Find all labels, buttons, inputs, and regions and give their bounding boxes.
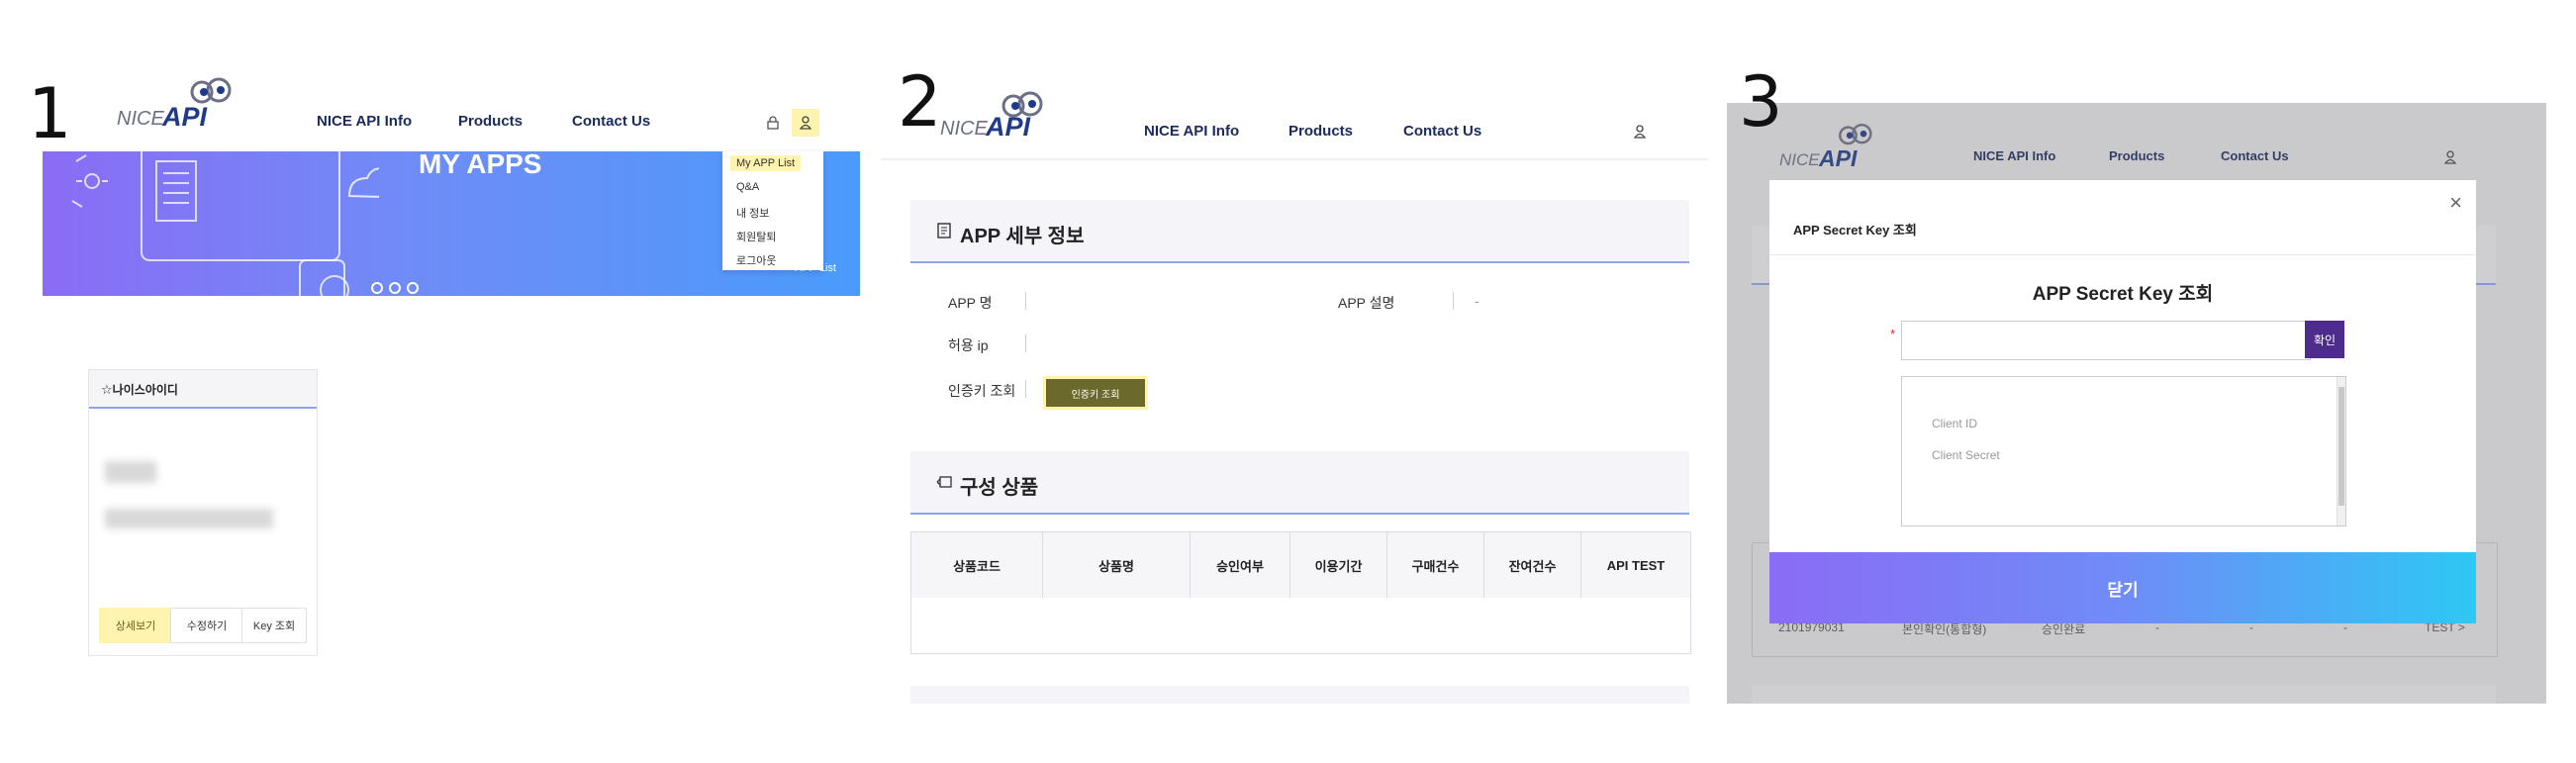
key-lookup-button[interactable]: Key 조회 bbox=[241, 608, 307, 643]
app-detail-title: APP 세부 정보 bbox=[960, 226, 1085, 247]
column-header: 잔여건수 bbox=[1484, 532, 1581, 598]
nice-api-logo[interactable]: NICE API bbox=[117, 77, 232, 133]
nice-api-logo-2[interactable]: NICE API bbox=[940, 87, 1049, 143]
user-dropdown-menu: My APP List Q&A 내 정보 회원탈퇴 로그아웃 bbox=[722, 151, 823, 270]
app-card-header: ☆나이스아이디 bbox=[89, 370, 317, 409]
result-textarea[interactable]: Client ID Client Secret bbox=[1901, 376, 2346, 526]
field-divider bbox=[1025, 334, 1026, 352]
user-icon bbox=[800, 116, 811, 130]
secret-key-input[interactable] bbox=[1901, 321, 2311, 360]
app-card-title: 나이스아이디 bbox=[112, 383, 178, 397]
scrollbar-thumb[interactable] bbox=[2338, 387, 2344, 506]
nav-contact-us[interactable]: Contact Us bbox=[1403, 123, 1481, 140]
document-icon bbox=[937, 223, 951, 238]
column-header: API TEST bbox=[1581, 532, 1690, 598]
owl-eyes-icon bbox=[190, 77, 232, 104]
column-header: 상품명 bbox=[1043, 532, 1191, 598]
blurred-app-name bbox=[105, 461, 156, 483]
step-number-1: 1 bbox=[28, 73, 72, 154]
nav-contact-us[interactable]: Contact Us bbox=[572, 113, 650, 130]
step-number-3: 3 bbox=[1739, 61, 1783, 143]
required-mark: * bbox=[1890, 327, 1896, 341]
step-number-2: 2 bbox=[898, 61, 942, 143]
nav-products[interactable]: Products bbox=[1288, 123, 1353, 140]
client-secret-label: Client Secret bbox=[1932, 448, 2000, 462]
auth-key-label: 인증키 조회 bbox=[948, 383, 1016, 399]
column-header: 이용기간 bbox=[1290, 532, 1387, 598]
user-menu-button[interactable] bbox=[792, 109, 819, 137]
close-button[interactable]: 닫기 bbox=[1769, 552, 2476, 623]
modal-title: APP Secret Key 조회 bbox=[2032, 284, 2214, 305]
column-header: 승인여부 bbox=[1191, 532, 1290, 598]
dropdown-item-my-info[interactable]: 내 정보 bbox=[736, 205, 769, 221]
confirm-button[interactable]: 확인 bbox=[2305, 321, 2344, 358]
dropdown-item-qna[interactable]: Q&A bbox=[736, 181, 759, 193]
app-desc-label: APP 설명 bbox=[1338, 295, 1395, 311]
close-icon[interactable]: × bbox=[2449, 190, 2462, 216]
field-divider bbox=[1025, 380, 1026, 398]
app-name-label: APP 명 bbox=[948, 295, 993, 311]
app-card-title-wrap: ☆나이스아이디 bbox=[101, 381, 178, 398]
app-desc-value: - bbox=[1475, 293, 1479, 309]
scrollbar[interactable] bbox=[2337, 377, 2345, 525]
detail-view-button[interactable]: 상세보기 bbox=[99, 608, 172, 643]
list-icon bbox=[936, 476, 952, 488]
field-divider bbox=[1453, 292, 1454, 310]
computer-illustration-icon bbox=[71, 151, 379, 296]
nav-products[interactable]: Products bbox=[458, 113, 523, 130]
column-header: 구매건수 bbox=[1387, 532, 1484, 598]
products-table: 상품코드 상품명 승인여부 이용기간 구매건수 잔여건수 API TEST bbox=[910, 531, 1691, 654]
logo-api-text: API bbox=[986, 112, 1031, 142]
logo-nice-text: NICE bbox=[940, 118, 988, 140]
star-icon: ☆ bbox=[101, 382, 113, 397]
client-id-label: Client ID bbox=[1932, 417, 1978, 430]
modal-header-title: APP Secret Key 조회 bbox=[1793, 223, 1917, 238]
dots-decoration-icon bbox=[371, 282, 419, 294]
allow-ip-label: 허용 ip bbox=[948, 337, 989, 353]
dropdown-item-withdraw[interactable]: 회원탈퇴 bbox=[736, 229, 776, 244]
blurred-app-desc bbox=[105, 509, 273, 528]
products-title: 구성 상품 bbox=[960, 477, 1039, 499]
secret-key-modal: APP Secret Key 조회 × APP Secret Key 조회 * … bbox=[1769, 180, 2476, 623]
lock-icon[interactable] bbox=[767, 116, 779, 130]
logo-nice-text: NICE bbox=[117, 108, 164, 130]
dropdown-item-logout[interactable]: 로그아웃 bbox=[736, 252, 776, 268]
dropdown-item-my-app-list[interactable]: My APP List bbox=[730, 155, 802, 171]
column-header: 상품코드 bbox=[911, 532, 1043, 598]
field-divider bbox=[1025, 292, 1026, 310]
user-icon[interactable] bbox=[1634, 125, 1646, 139]
next-section-band bbox=[910, 686, 1689, 704]
auth-key-lookup-button[interactable]: 인증키 조회 bbox=[1046, 379, 1145, 407]
app-card: ☆나이스아이디 상세보기 수정하기 Key 조회 bbox=[88, 369, 318, 656]
nav-nice-api-info[interactable]: NICE API Info bbox=[1144, 123, 1239, 140]
logo-api-text: API bbox=[162, 102, 208, 132]
banner-title: MY APPS bbox=[419, 148, 542, 179]
header-divider bbox=[881, 158, 1708, 161]
edit-button[interactable]: 수정하기 bbox=[170, 608, 243, 643]
modal-header: APP Secret Key 조회 × bbox=[1769, 180, 2476, 255]
nav-nice-api-info[interactable]: NICE API Info bbox=[317, 113, 412, 130]
